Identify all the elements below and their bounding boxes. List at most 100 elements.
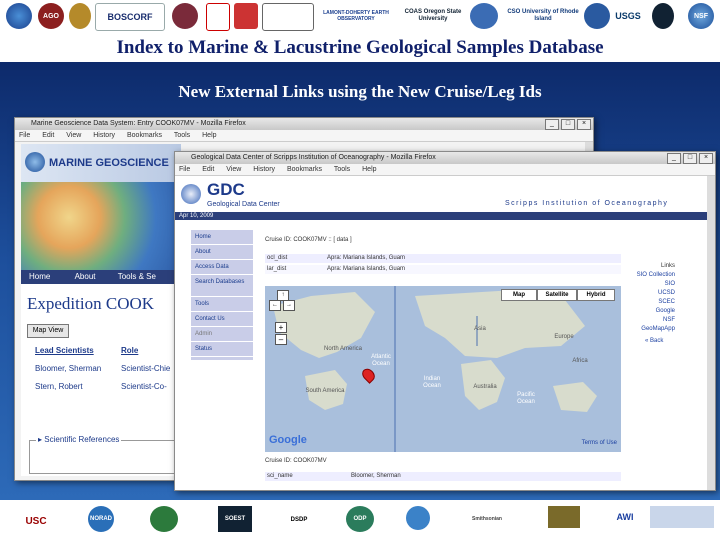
back-link[interactable]: « Back bbox=[645, 338, 663, 344]
soest-logo: SOEST bbox=[218, 506, 252, 532]
nav-access-data[interactable]: Access Data bbox=[191, 260, 253, 275]
world-map-svg bbox=[273, 286, 597, 452]
map-label-australia: Australia bbox=[473, 384, 497, 390]
link-google[interactable]: Google bbox=[635, 307, 675, 316]
logo-bar: AGO BOSCORF LAMONT-DOHERTY EARTH OBSERVA… bbox=[0, 0, 720, 34]
scientist-name-link[interactable]: Stern, Robert bbox=[35, 382, 83, 391]
minimize-button[interactable]: _ bbox=[667, 153, 681, 164]
maximize-button[interactable]: □ bbox=[683, 153, 697, 164]
menu-bar: File Edit View History Bookmarks Tools H… bbox=[175, 164, 715, 176]
map-label-africa: Africa bbox=[572, 358, 588, 364]
world-map[interactable]: Map Satellite Hybrid ↑ ← → + – North Ame… bbox=[265, 286, 621, 452]
nav-status[interactable]: Status bbox=[191, 342, 253, 357]
menu-edit[interactable]: Edit bbox=[202, 166, 214, 173]
menu-edit[interactable]: Edit bbox=[42, 132, 54, 139]
nav-contact-us[interactable]: Contact Us bbox=[191, 312, 253, 327]
mgds-hero-image bbox=[21, 182, 181, 270]
close-button[interactable]: × bbox=[699, 153, 713, 164]
nsf-logo bbox=[652, 3, 674, 29]
map-label-pacific: Pacific Ocean bbox=[517, 392, 535, 405]
boscorf-logo: BOSCORF bbox=[95, 3, 165, 31]
link-geomapapp[interactable]: GeoMapApp bbox=[635, 325, 675, 334]
terms-of-use-link[interactable]: Terms of Use bbox=[582, 440, 617, 446]
menu-bookmarks[interactable]: Bookmarks bbox=[127, 132, 162, 139]
menu-view[interactable]: View bbox=[66, 132, 81, 139]
mgds-page: MARINE GEOSCIENCE Home About Tools & Se … bbox=[21, 144, 181, 476]
map-label-south-america: South America bbox=[305, 388, 345, 394]
mgds-nav-tools[interactable]: Tools & Se bbox=[118, 272, 156, 281]
scrollbar[interactable] bbox=[707, 176, 715, 490]
map-type-satellite-button[interactable]: Satellite bbox=[537, 289, 577, 301]
mgds-nav-home[interactable]: Home bbox=[29, 272, 50, 281]
scientific-references-box: ▸ Scientific References bbox=[29, 435, 181, 474]
scientific-references-label[interactable]: ▸ Scientific References bbox=[36, 435, 122, 444]
mgds-banner-text: MARINE GEOSCIENCE bbox=[49, 157, 169, 169]
nsf-2-logo: NSF bbox=[688, 3, 714, 29]
mit-logo bbox=[206, 3, 230, 31]
odp-logo: ODP bbox=[346, 506, 374, 532]
menu-tools[interactable]: Tools bbox=[334, 166, 350, 173]
map-view-button[interactable]: Map View bbox=[27, 324, 69, 338]
minimize-button[interactable]: _ bbox=[545, 119, 559, 130]
awi-logo: AWI bbox=[606, 506, 644, 528]
nav-home[interactable]: Home bbox=[191, 230, 253, 245]
mgds-logo-icon bbox=[25, 152, 45, 172]
info-row: lar_dist Apra: Mariana Islands, Guam bbox=[265, 265, 621, 274]
nav-tools[interactable]: Tools bbox=[191, 297, 253, 312]
close-button[interactable]: × bbox=[577, 119, 591, 130]
mgds-nav-about[interactable]: About bbox=[75, 272, 96, 281]
window-titlebar[interactable]: Geological Data Center of Scripps Instit… bbox=[175, 152, 715, 164]
link-scec[interactable]: SCEC bbox=[635, 298, 675, 307]
link-nsf[interactable]: NSF bbox=[635, 316, 675, 325]
link-sio-collection[interactable]: SIO Collection bbox=[635, 271, 675, 280]
menu-help[interactable]: Help bbox=[362, 166, 376, 173]
university-seal-logo bbox=[69, 3, 91, 29]
pan-control[interactable]: ↑ ← → bbox=[269, 290, 295, 312]
zoom-out-button[interactable]: – bbox=[275, 334, 287, 345]
map-label-indian: Indian Ocean bbox=[423, 376, 441, 389]
menu-view[interactable]: View bbox=[226, 166, 241, 173]
usgs-logo: USGS bbox=[614, 3, 642, 29]
maximize-button[interactable]: □ bbox=[561, 119, 575, 130]
date-text: Apr 10, 2009 bbox=[179, 213, 214, 219]
noaa-footer-logo bbox=[406, 506, 430, 530]
menu-bar: File Edit View History Bookmarks Tools H… bbox=[15, 130, 593, 142]
window-titlebar[interactable]: Marine Geoscience Data System: Entry COO… bbox=[15, 118, 593, 130]
link-ucsd[interactable]: UCSD bbox=[635, 289, 675, 298]
menu-file[interactable]: File bbox=[179, 166, 190, 173]
browser-window-gdc[interactable]: Geological Data Center of Scripps Instit… bbox=[174, 151, 716, 491]
menu-history[interactable]: History bbox=[253, 166, 275, 173]
menu-bookmarks[interactable]: Bookmarks bbox=[287, 166, 322, 173]
cruise-id-line-2: Cruise ID: COOK07MV bbox=[265, 458, 327, 464]
scientist-role: Scientist-Chie bbox=[121, 364, 171, 373]
noaa-logo bbox=[6, 3, 32, 29]
ago-logo: AGO bbox=[38, 3, 64, 29]
zoom-in-button[interactable]: + bbox=[275, 322, 287, 333]
info-row: sci_name Bloomer, Sherman bbox=[265, 472, 621, 481]
nav-search-databases[interactable]: Search Databases bbox=[191, 275, 253, 297]
right-links: Links SIO Collection SIO UCSD SCEC Googl… bbox=[635, 262, 675, 334]
scientist-name-link[interactable]: Bloomer, Sherman bbox=[35, 364, 101, 373]
menu-file[interactable]: File bbox=[19, 132, 30, 139]
nav-admin[interactable]: Admin bbox=[191, 327, 253, 342]
gdc-sidenav: Home About Access Data Search Databases … bbox=[191, 230, 253, 360]
aus-logo bbox=[548, 506, 580, 528]
ldeo-logo: LAMONT-DOHERTY EARTH OBSERVATORY bbox=[316, 3, 396, 29]
menu-tools[interactable]: Tools bbox=[174, 132, 190, 139]
map-label-asia: Asia bbox=[474, 326, 486, 332]
links-heading: Links bbox=[660, 263, 675, 269]
lead-scientists-header: Lead Scientists bbox=[35, 346, 94, 355]
menu-history[interactable]: History bbox=[93, 132, 115, 139]
mgds-banner: MARINE GEOSCIENCE bbox=[21, 144, 181, 182]
scientist-role: Scientist-Co- bbox=[121, 382, 167, 391]
nav-about[interactable]: About bbox=[191, 245, 253, 260]
window-title: Geological Data Center of Scripps Instit… bbox=[191, 154, 436, 161]
map-type-map-button[interactable]: Map bbox=[501, 289, 537, 301]
gdc-logo: GDC bbox=[207, 180, 245, 199]
link-sio[interactable]: SIO bbox=[635, 280, 675, 289]
map-type-hybrid-button[interactable]: Hybrid bbox=[577, 289, 615, 301]
menu-help[interactable]: Help bbox=[202, 132, 216, 139]
window-title: Marine Geoscience Data System: Entry COO… bbox=[31, 120, 246, 127]
whoi-logo bbox=[234, 3, 258, 29]
fsu-logo bbox=[172, 3, 198, 29]
